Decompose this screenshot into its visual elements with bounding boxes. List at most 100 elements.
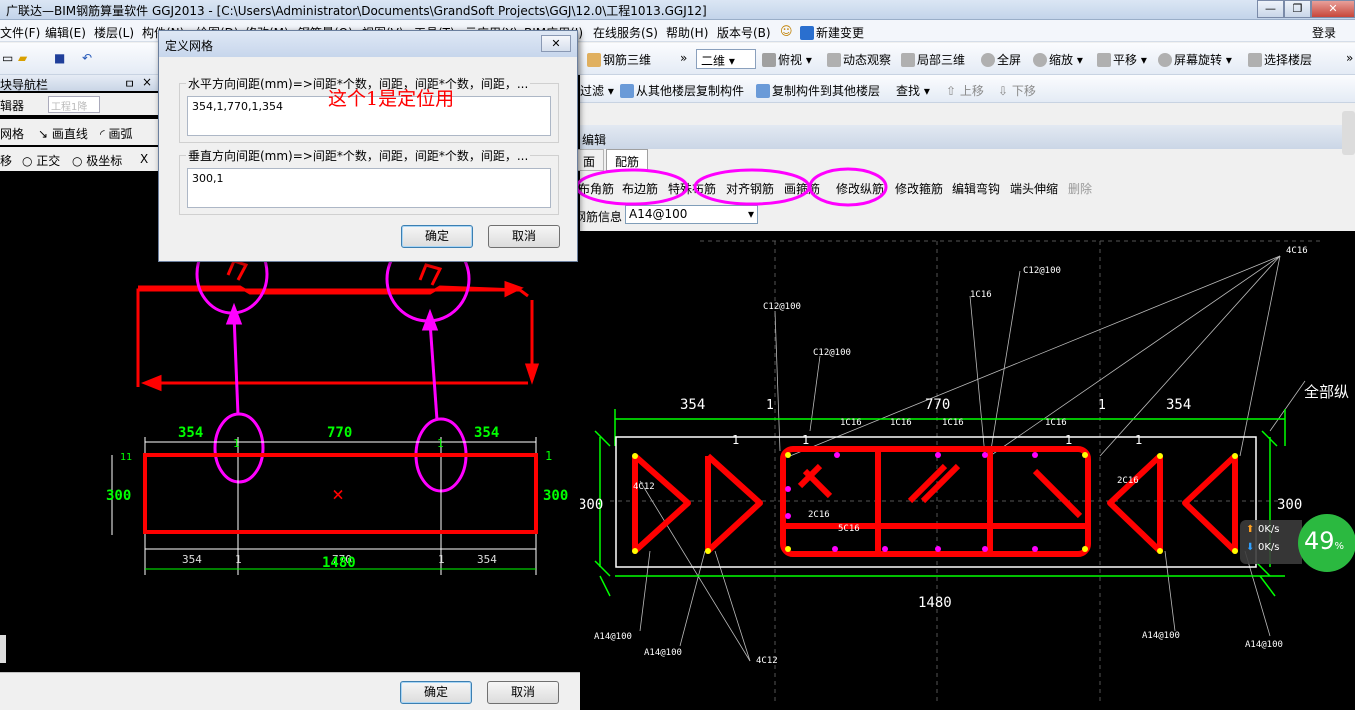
rebar-3d-label: 钢筋三维: [603, 53, 652, 67]
dialog-close-icon[interactable]: ✕: [541, 35, 571, 52]
upload-speed: 0K/s: [1258, 524, 1280, 535]
new-file-icon[interactable]: ▭: [2, 51, 13, 65]
vertical-spacing-value: 300,1: [192, 172, 224, 185]
face-icon: ☺: [780, 24, 793, 38]
top-view-label: 俯视: [778, 53, 803, 67]
dynamic-view-button[interactable]: 动态观察: [827, 51, 891, 68]
right-top-dim-5: 354: [1166, 397, 1191, 413]
left-one-2: 1: [437, 437, 444, 450]
label-4c16: 4C16: [1286, 246, 1308, 256]
zoom-button[interactable]: 缩放 ▾: [1033, 51, 1083, 68]
login-button[interactable]: 登录: [1312, 24, 1336, 41]
label-1c16-c: 1C16: [942, 418, 964, 428]
leader-lines: [639, 255, 1306, 662]
label-2c16-a: 2C16: [808, 510, 830, 520]
vertical-spacing-group: 垂直方向间距(mm)=>间距*个数，间距，间距*个数，间距，... 300,1: [179, 147, 559, 215]
cmd-delete[interactable]: 删除: [1068, 180, 1092, 197]
section-editor-toolbar: 编辑 面 配筋 布角筋 布边筋 特殊布筋 对齐钢筋 画箍筋 修改纵筋 修改箍筋 …: [574, 103, 1355, 231]
label-4c12-a: 4C12: [633, 482, 655, 492]
vertical-spacing-input[interactable]: 300,1: [187, 168, 551, 208]
menu-version[interactable]: 版本号(B): [717, 24, 771, 41]
horizontal-spacing-value: 354,1,770,1,354: [192, 100, 283, 113]
title-bar: 广联达—BIM钢筋算量软件 GGJ2013 - [C:\Users\Admini…: [0, 0, 1355, 20]
left-top-dim-3: 354: [474, 425, 499, 441]
maximize-button[interactable]: ❐: [1284, 0, 1311, 18]
more-chevron-icon[interactable]: »: [680, 51, 687, 65]
local-3d-icon: [901, 53, 915, 67]
dynamic-view-label: 动态观察: [843, 53, 892, 67]
new-change-label: 新建变更: [816, 26, 865, 40]
copy-to-icon: [756, 84, 770, 98]
bottom-dim-2: 1: [235, 553, 242, 566]
rebar-info-label: 钢筋信息: [574, 210, 623, 224]
pan-button[interactable]: 平移 ▾: [1097, 51, 1147, 68]
undo-icon[interactable]: ↶: [82, 51, 92, 65]
right-side-dim: 300: [543, 488, 568, 504]
right-scroll-thumb[interactable]: [1342, 111, 1355, 155]
top-view-button[interactable]: 俯视 ▾: [762, 51, 812, 68]
cmd-edit-hook[interactable]: 编辑弯钩: [952, 180, 1000, 197]
move-down-label: 下移: [1011, 84, 1036, 98]
screen-rotate-button[interactable]: 屏幕旋转 ▾: [1158, 51, 1232, 68]
dialog-ok-button[interactable]: 确定: [401, 225, 473, 248]
move-up-button[interactable]: ⇧ 上移: [946, 82, 984, 99]
cmd-modify-stirrup[interactable]: 修改箍筋: [895, 180, 943, 197]
overflow-chevron-icon[interactable]: »: [1346, 51, 1353, 65]
top-view-icon: [762, 53, 776, 67]
minimize-button[interactable]: —: [1257, 0, 1284, 18]
footer-cancel-button[interactable]: 取消: [487, 681, 559, 704]
local-3d-button[interactable]: 局部三维: [901, 51, 965, 68]
find-button[interactable]: 查找 ▾: [896, 82, 930, 99]
window-title: 广联达—BIM钢筋算量软件 GGJ2013 - [C:\Users\Admini…: [6, 4, 707, 18]
select-floor-button[interactable]: 选择楼层: [1248, 51, 1312, 68]
memory-percent-ball[interactable]: 49%: [1298, 514, 1355, 572]
grid-lines: [610, 240, 1320, 701]
new-change-button[interactable]: 新建变更: [800, 24, 864, 41]
menu-edit[interactable]: 编辑(E): [45, 24, 86, 41]
inner-one-1: 1: [732, 433, 739, 447]
percent-value: 49: [1304, 527, 1335, 555]
view-mode-select[interactable]: 二维 ▾: [696, 49, 756, 69]
menu-file[interactable]: 文件(F): [0, 24, 40, 41]
upload-arrow-icon: ⬆: [1246, 524, 1255, 535]
grid-editor-footer: 确定 取消: [0, 672, 580, 710]
vertical-spacing-label: 垂直方向间距(mm)=>间距*个数，间距，间距*个数，间距，...: [186, 147, 531, 164]
right-total-dim: 1480: [918, 595, 952, 611]
window-controls: — ❐ ✕: [1257, 0, 1355, 18]
chevron-down-icon: ▾: [747, 207, 754, 221]
right-section-panel: 编辑 面 配筋 布角筋 布边筋 特殊布筋 对齐钢筋 画箍筋 修改纵筋 修改箍筋 …: [574, 103, 1355, 710]
save-icon[interactable]: ■: [54, 51, 65, 65]
close-window-button[interactable]: ✕: [1311, 0, 1355, 18]
network-speed-widget: ⬆ 0K/s ⬇ 0K/s 49%: [1240, 512, 1355, 574]
inner-one-2: 1: [802, 433, 809, 447]
menu-floor[interactable]: 楼层(L): [94, 24, 134, 41]
move-down-button[interactable]: ⇩ 下移: [998, 82, 1036, 99]
left-scroll-handle[interactable]: [0, 635, 6, 663]
cmd-end-stretch[interactable]: 端头伸缩: [1010, 180, 1058, 197]
filter-button[interactable]: 过滤 ▾: [580, 82, 614, 99]
pan-label: 平移: [1113, 53, 1138, 67]
label-a14-1: A14@100: [594, 632, 632, 642]
label-4c12-b: 4C12: [756, 656, 778, 666]
caption-label: 编辑: [582, 133, 607, 147]
fullscreen-button[interactable]: 全屏: [981, 51, 1021, 68]
label-5c16: 5C16: [838, 524, 860, 534]
label-a14-4: A14@100: [1245, 640, 1283, 650]
rebar-3d-button[interactable]: 钢筋三维: [587, 51, 651, 68]
menu-online[interactable]: 在线服务(S): [593, 24, 658, 41]
command-highlights: [575, 167, 888, 207]
label-a14-3: A14@100: [1142, 631, 1180, 641]
open-folder-icon[interactable]: ▰: [18, 51, 27, 65]
copy-to-floor-button[interactable]: 复制构件到其他楼层: [756, 82, 880, 99]
dialog-cancel-button[interactable]: 取消: [488, 225, 560, 248]
zoom-label: 缩放: [1049, 53, 1074, 67]
footer-ok-button[interactable]: 确定: [400, 681, 472, 704]
copy-from-floor-button[interactable]: 从其他楼层复制构件: [620, 82, 744, 99]
inner-one-3: 1: [1065, 433, 1072, 447]
fullscreen-label: 全屏: [997, 53, 1022, 67]
label-1c16-b: 1C16: [890, 418, 912, 428]
right-top-dim-4: 1: [1098, 398, 1106, 413]
menu-help[interactable]: 帮助(H): [666, 24, 708, 41]
section-editor-caption: 编辑: [580, 125, 1355, 149]
label-c12-3: C12@100: [813, 348, 851, 358]
